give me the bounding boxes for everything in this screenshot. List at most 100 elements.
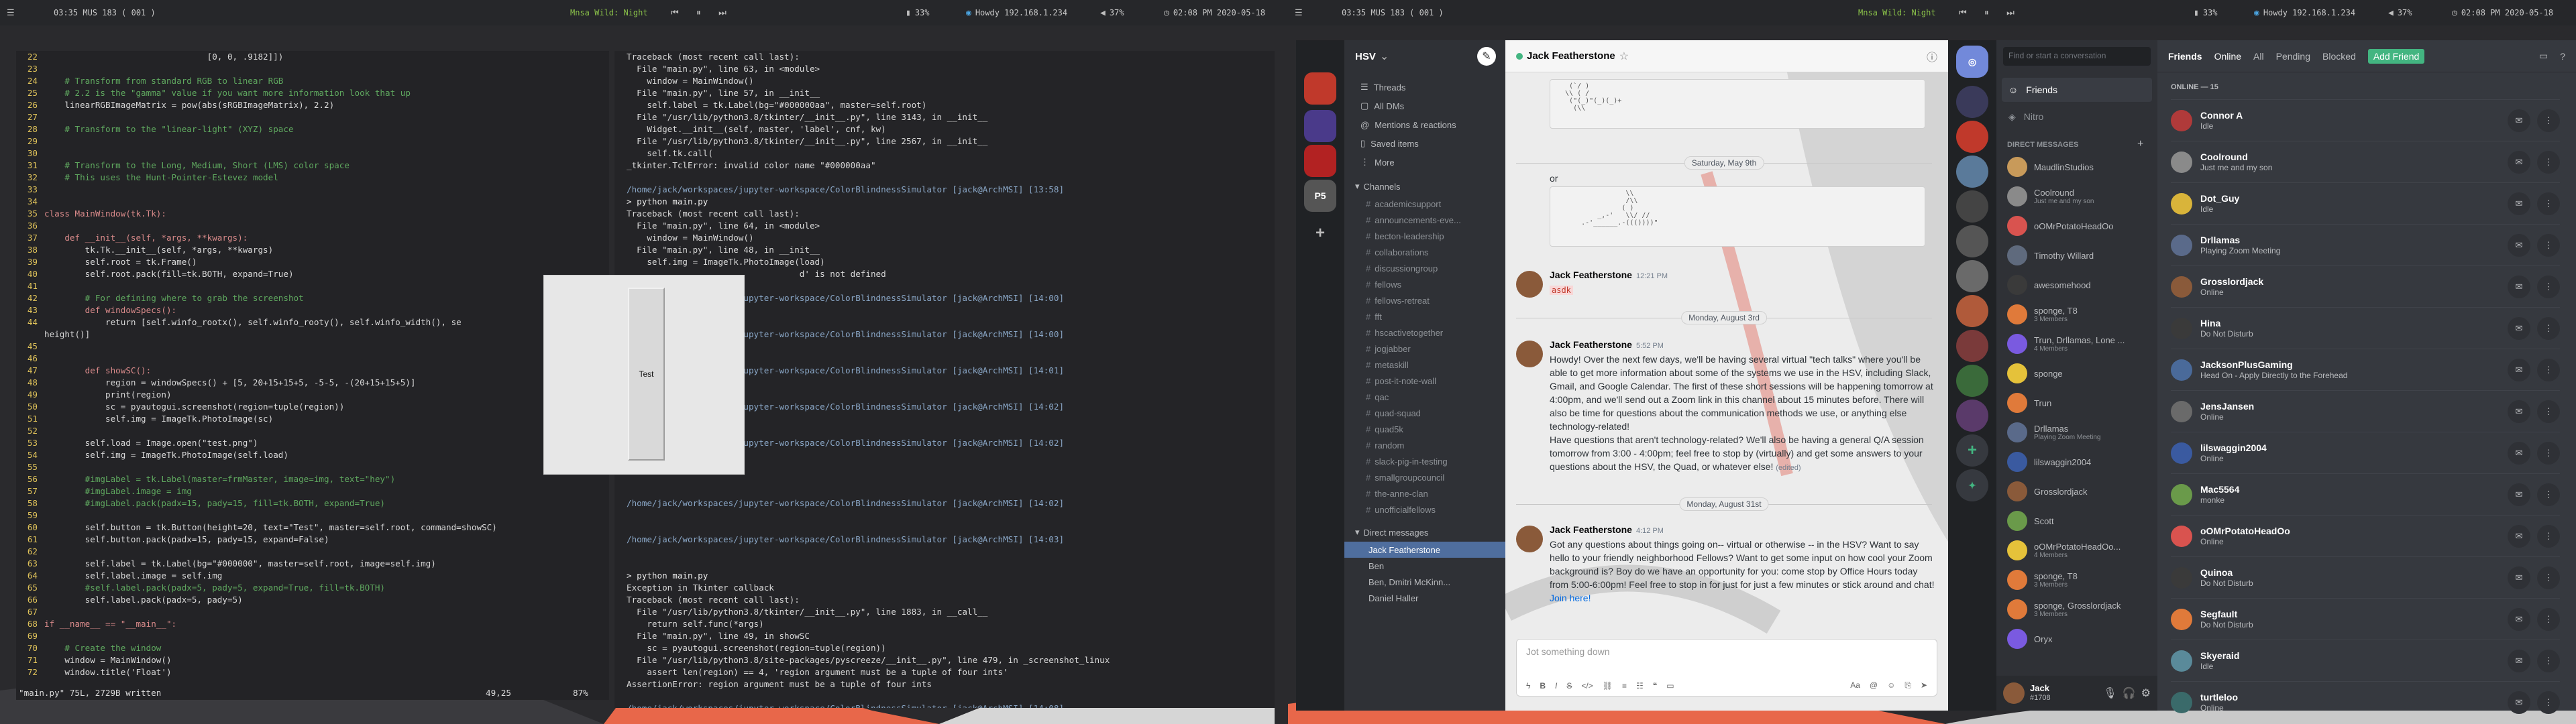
code-line[interactable]: 56 #imgLabel = tk.Label(master=frmMaster… xyxy=(16,473,609,485)
friend-row[interactable]: Quinoa Do Not Disturb ✉ ⋮ xyxy=(2171,556,2560,598)
channel-item[interactable]: # post-it-note-wall xyxy=(1344,373,1505,389)
more-options-icon[interactable]: ⋮ xyxy=(2537,483,2560,506)
nitro-nav[interactable]: ◈ Nitro xyxy=(2002,105,2152,129)
code-line[interactable]: 39 self.root = tk.Frame() xyxy=(16,256,609,268)
tab-blocked[interactable]: Blocked xyxy=(2322,51,2356,62)
text-format-icon[interactable]: Aa xyxy=(1850,680,1860,690)
code-line[interactable]: 70 # Create the window xyxy=(16,642,609,654)
workspace-icon[interactable] xyxy=(1304,110,1336,142)
code-line[interactable]: 32 # This uses the Hunt-Pointer-Estevez … xyxy=(16,172,609,184)
friend-row[interactable]: Grosslordjack Online ✉ ⋮ xyxy=(2171,265,2560,307)
new-group-dm-icon[interactable]: ▭ xyxy=(2539,50,2548,62)
pause-icon[interactable]: ⏸ xyxy=(1984,8,1989,18)
channel-item[interactable]: # unofficialfellows xyxy=(1344,501,1505,518)
code-line[interactable]: 27 xyxy=(16,111,609,123)
message-icon[interactable]: ✉ xyxy=(2508,607,2530,631)
avatar[interactable] xyxy=(1516,271,1543,298)
more-options-icon[interactable]: ⋮ xyxy=(2537,316,2560,340)
message-icon[interactable]: ✉ xyxy=(2508,690,2530,714)
code-line[interactable]: 29 xyxy=(16,135,609,147)
dm-conversation[interactable]: sponge, T8 3 Members xyxy=(2002,566,2152,594)
menu-icon[interactable]: ☰ xyxy=(7,8,15,18)
dm-item[interactable]: Jack Featherstone xyxy=(1344,542,1505,558)
code-line[interactable]: height()] xyxy=(16,328,609,341)
message-icon[interactable]: ✉ xyxy=(2508,275,2530,298)
code-line[interactable]: 34 xyxy=(16,196,609,208)
more-options-icon[interactable]: ⋮ xyxy=(2537,192,2560,215)
strike-icon[interactable]: S xyxy=(1566,681,1572,690)
dm-conversation[interactable]: Grosslordjack xyxy=(2002,477,2152,505)
more-options-icon[interactable]: ⋮ xyxy=(2537,358,2560,381)
dm-item[interactable]: Ben xyxy=(1344,558,1505,574)
code-line[interactable]: 58 #imgLabel.pack(padx=15, pady=15, fill… xyxy=(16,497,609,509)
code-line[interactable]: 51 self.img = ImageTk.PhotoImage(sc) xyxy=(16,413,609,425)
tab-friends[interactable]: Friends xyxy=(2168,51,2202,62)
add-server-icon[interactable]: + xyxy=(1956,434,1988,467)
code-line[interactable]: 72 window.title('Float') xyxy=(16,666,609,678)
code-line[interactable]: 41 xyxy=(16,280,609,292)
media-controls[interactable]: ⏮ ⏸ ⏭ xyxy=(671,8,727,18)
new-dm-icon[interactable]: + xyxy=(2137,138,2143,150)
more-options-icon[interactable]: ⋮ xyxy=(2537,649,2560,672)
friend-row[interactable]: oOMrPotatoHeadOo Online ✉ ⋮ xyxy=(2171,515,2560,556)
nav-all-dms[interactable]: ▢ All DMs xyxy=(1344,97,1505,115)
message-icon[interactable]: ✉ xyxy=(2508,358,2530,381)
server-icon[interactable] xyxy=(1956,260,1988,292)
vim-editor[interactable]: 22 [0, 0, .9182]]) 23 24 # Transform from … xyxy=(16,51,609,700)
dm-header[interactable]: ▾ Direct messages xyxy=(1344,523,1505,542)
message-icon[interactable]: ✉ xyxy=(2508,316,2530,340)
dm-conversation[interactable]: Trun xyxy=(2002,389,2152,417)
list-icon[interactable]: ≡ xyxy=(1622,681,1627,690)
code-line[interactable]: 48 region = windowSpecs() + [5, 20+15+15… xyxy=(16,377,609,389)
dm-item[interactable]: Daniel Haller xyxy=(1344,590,1505,606)
dm-conversation[interactable]: oOMrPotatoHeadOo xyxy=(2002,212,2152,240)
friend-row[interactable]: Hina Do Not Disturb ✉ ⋮ xyxy=(2171,307,2560,349)
dm-conversation[interactable]: Coolround Just me and my son xyxy=(2002,182,2152,210)
dm-conversation[interactable]: sponge, Grosslordjack 3 Members xyxy=(2002,595,2152,623)
dm-conversation[interactable]: Drllamas Playing Zoom Meeting xyxy=(2002,418,2152,446)
server-icon[interactable] xyxy=(1956,121,1988,153)
numbered-list-icon[interactable]: ☷ xyxy=(1636,681,1644,690)
friend-row[interactable]: JensJansen Online ✉ ⋮ xyxy=(2171,390,2560,432)
explore-icon[interactable]: ✦ xyxy=(1956,469,1988,501)
message-icon[interactable]: ✉ xyxy=(2508,192,2530,215)
attach-icon[interactable]: ⎘ xyxy=(1904,680,1911,690)
channel-item[interactable]: # the-anne-clan xyxy=(1344,485,1505,501)
dm-conversation[interactable]: sponge xyxy=(2002,359,2152,387)
message-icon[interactable]: ✉ xyxy=(2508,524,2530,548)
code-line[interactable]: 50 sc = pyautogui.screenshot(region=tupl… xyxy=(16,401,609,413)
workspace-icon[interactable] xyxy=(1304,145,1336,177)
friend-row[interactable]: Dot_Guy Idle ✉ ⋮ xyxy=(2171,182,2560,224)
dm-conversation[interactable]: MaudlinStudios xyxy=(2002,153,2152,181)
code-line[interactable]: 33 xyxy=(16,184,609,196)
friend-row[interactable]: JacksonPlusGaming Head On - Apply Directl… xyxy=(2171,349,2560,390)
code-line[interactable]: 42 # For defining where to grab the scre… xyxy=(16,292,609,304)
channel-item[interactable]: # becton-leadership xyxy=(1344,228,1505,244)
add-friend-button[interactable]: Add Friend xyxy=(2367,48,2425,64)
code-line[interactable]: 24 # Transform from standard RGB to line… xyxy=(16,75,609,87)
code-line[interactable]: 43 def windowSpecs(): xyxy=(16,304,609,316)
tk-test-window[interactable]: Test xyxy=(543,275,745,475)
tab-all[interactable]: All xyxy=(2253,51,2264,62)
bolt-icon[interactable]: ϟ xyxy=(1526,681,1530,690)
server-icon[interactable] xyxy=(1956,190,1988,223)
chat-title[interactable]: Jack Featherstone xyxy=(1527,50,1615,62)
message-composer[interactable]: Jot something down ϟ B I S </> ⛓ ≡ ☷ ❝ ▭… xyxy=(1516,639,1937,697)
code-line[interactable]: 60 self.button = tk.Button(height=20, te… xyxy=(16,522,609,534)
dm-conversation[interactable]: Scott xyxy=(2002,507,2152,535)
message-icon[interactable]: ✉ xyxy=(2508,150,2530,174)
code-line[interactable]: 64 self.label.image = self.img xyxy=(16,570,609,582)
code-line[interactable]: 28 # Transform to the "linear-light" (XY… xyxy=(16,123,609,135)
code-line[interactable]: 46 xyxy=(16,353,609,365)
channel-item[interactable]: # slack-pig-in-testing xyxy=(1344,453,1505,469)
add-workspace-icon[interactable]: + xyxy=(1304,217,1336,249)
code-line[interactable]: 55 xyxy=(16,461,609,473)
pause-icon[interactable]: ⏸ xyxy=(696,8,701,18)
quote-icon[interactable]: ❝ xyxy=(1653,681,1657,690)
workspace-icon-ps[interactable]: P5 xyxy=(1304,180,1336,212)
friend-row[interactable]: Coolround Just me and my son ✉ ⋮ xyxy=(2171,141,2560,182)
bold-icon[interactable]: B xyxy=(1540,681,1546,690)
code-line[interactable]: 69 xyxy=(16,630,609,642)
menu-icon[interactable]: ☰ xyxy=(1295,8,1303,18)
code-icon[interactable]: </> xyxy=(1581,681,1593,690)
